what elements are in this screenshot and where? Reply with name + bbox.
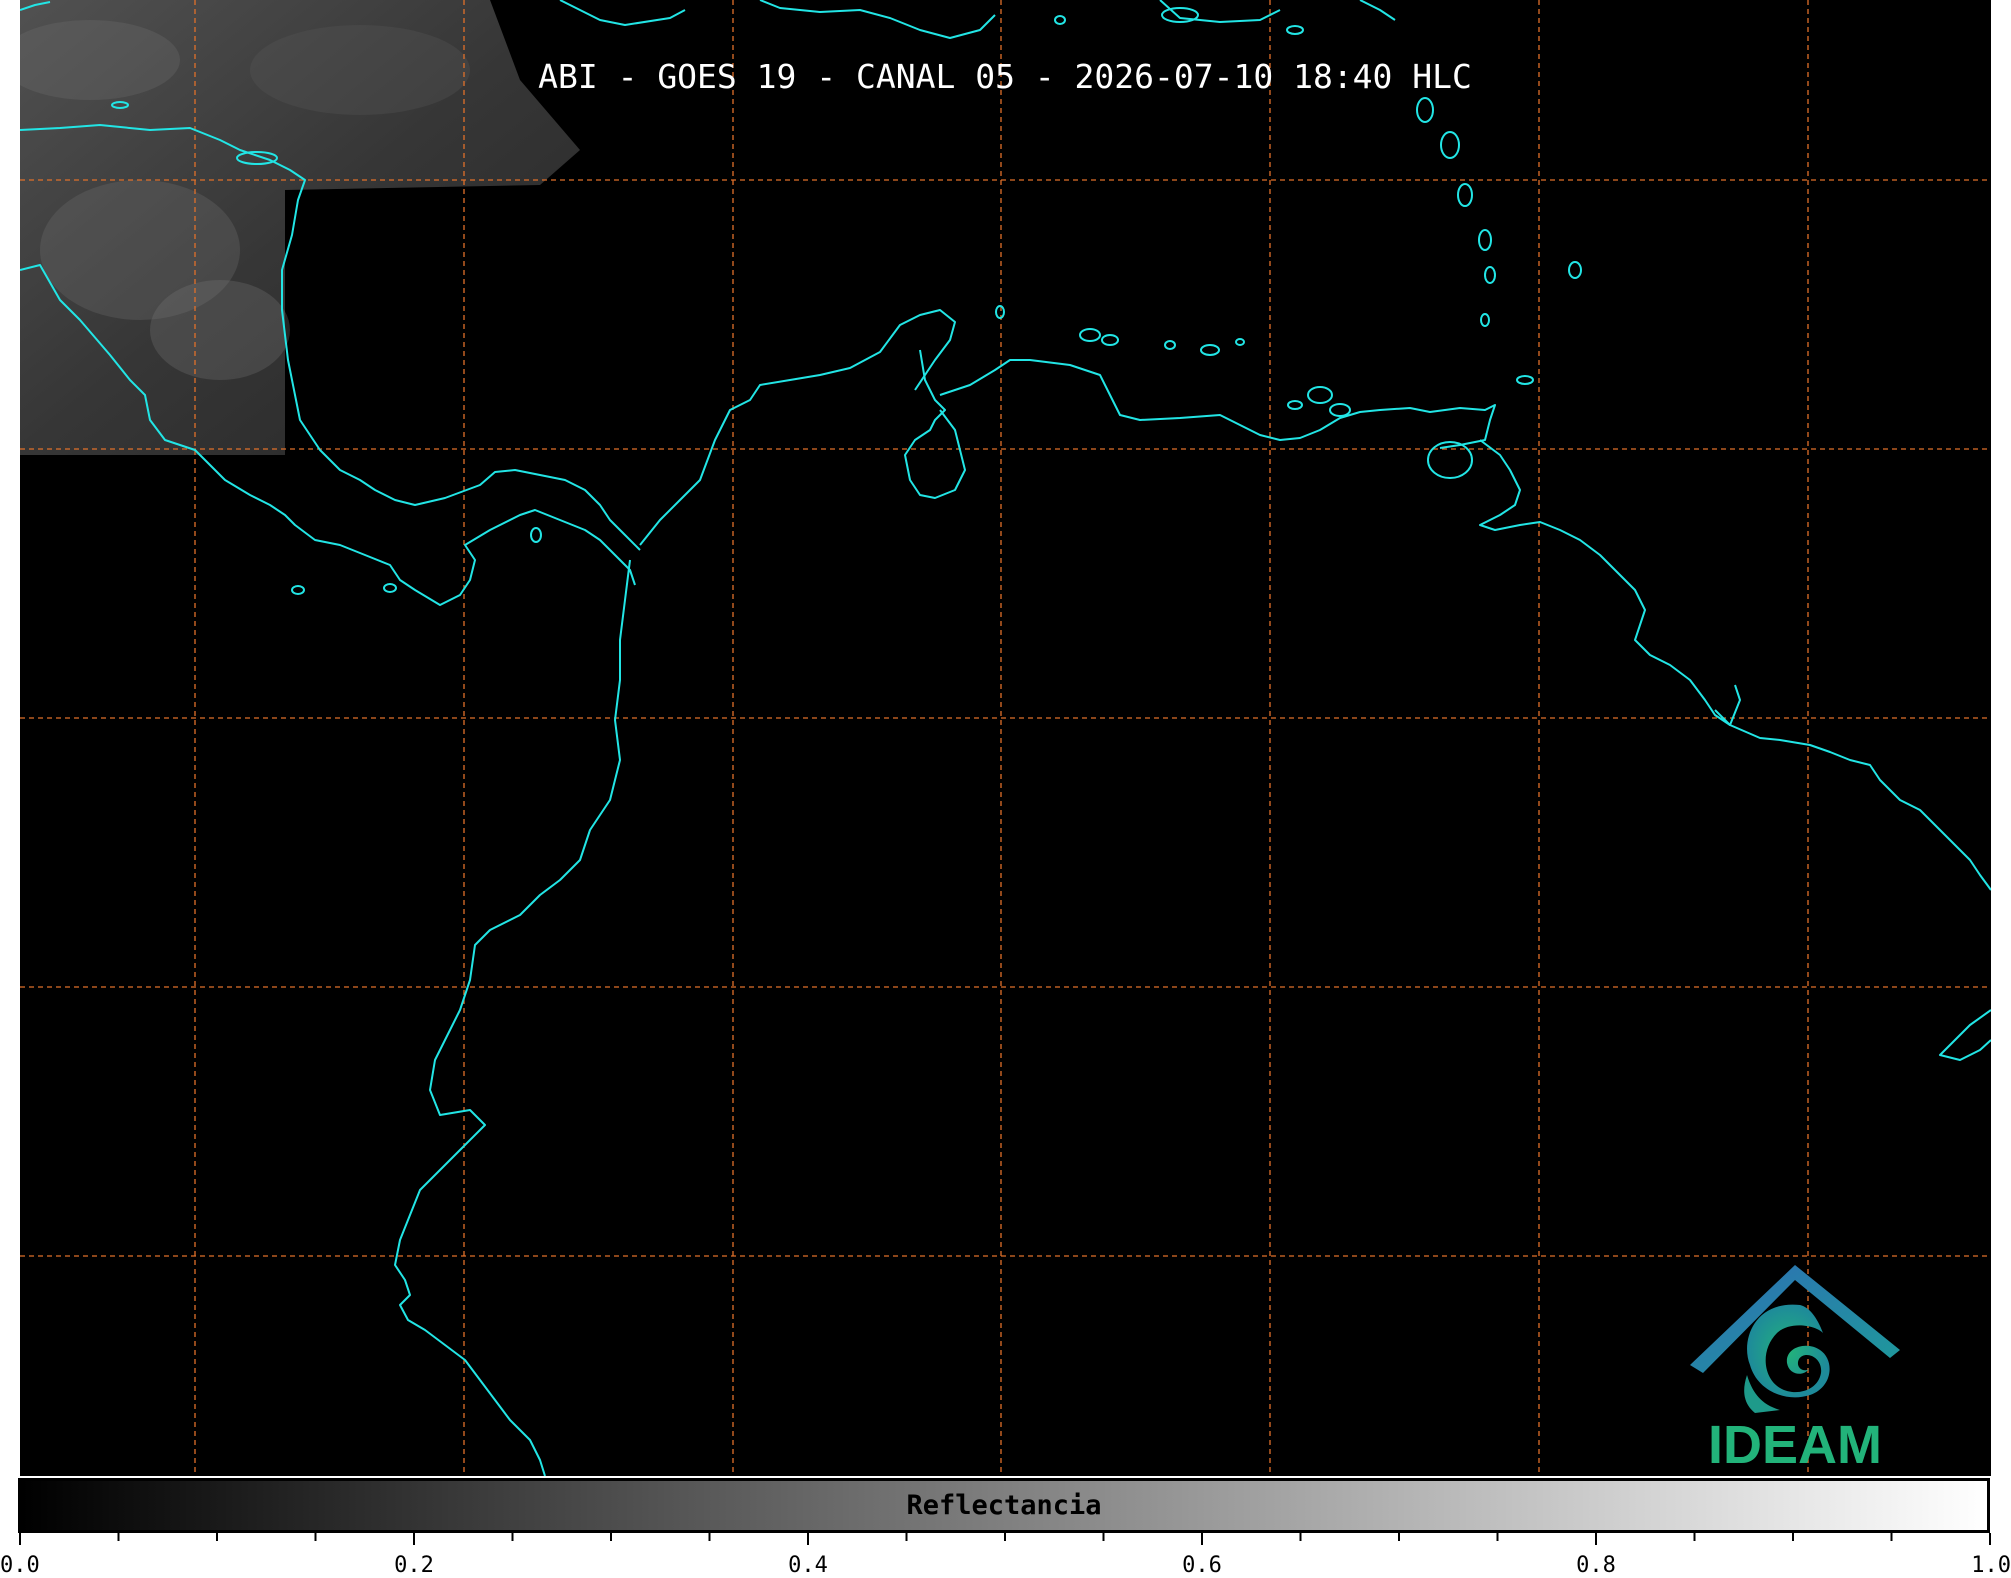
colorbar-tick-label: 0.6 <box>1182 1553 1222 1578</box>
colorbar-tick-label: 0.4 <box>788 1553 828 1578</box>
ideam-logo: IDEAM <box>1685 1255 1905 1475</box>
colorbar-tick-label: 1.0 <box>1971 1553 2011 1578</box>
colorbar: Reflectancia <box>18 1478 1990 1533</box>
satellite-map: ABI - GOES 19 - CANAL 05 - 2026-07-10 18… <box>20 0 1991 1476</box>
map-title: ABI - GOES 19 - CANAL 05 - 2026-07-10 18… <box>538 57 1472 96</box>
logo-text: IDEAM <box>1708 1415 1882 1475</box>
colorbar-tick-label: 0.0 <box>0 1553 40 1578</box>
colorbar-tick-label: 0.2 <box>394 1553 434 1578</box>
satellite-imagery <box>20 0 580 455</box>
colorbar-label: Reflectancia <box>906 1490 1102 1521</box>
colorbar-tick-label: 0.8 <box>1576 1553 1616 1578</box>
